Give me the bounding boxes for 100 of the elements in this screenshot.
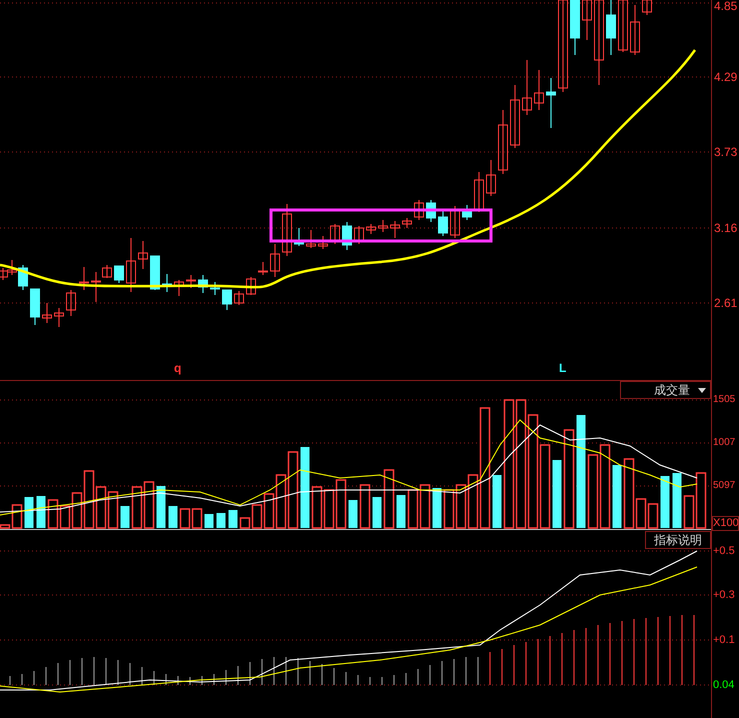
price-axis-label: 3.16 xyxy=(714,222,738,234)
candlestick xyxy=(534,70,544,110)
candlestick xyxy=(30,288,40,326)
candlestick xyxy=(210,282,220,296)
volume-bar xyxy=(648,503,658,529)
candlestick xyxy=(42,302,52,324)
volume-bar xyxy=(180,508,190,529)
indicator-axis-label: 0.04 xyxy=(713,680,734,691)
volume-bar xyxy=(384,469,394,529)
volume-bar xyxy=(108,491,118,529)
volume-bar xyxy=(192,508,202,529)
chart-marker: q xyxy=(174,362,182,374)
volume-axis-label: 1505 xyxy=(713,395,736,405)
candlestick xyxy=(150,256,160,290)
volume-bar xyxy=(612,465,622,528)
candlestick xyxy=(570,0,580,56)
candlestick xyxy=(402,218,412,228)
indicator-axis-label: +0.3 xyxy=(713,590,735,601)
candlestick xyxy=(474,172,484,212)
indicator-dropdown[interactable]: 成交量 xyxy=(620,381,711,399)
volume-bar xyxy=(456,484,466,529)
candlestick xyxy=(450,206,460,238)
candlestick xyxy=(138,240,148,270)
candlestick xyxy=(54,308,64,328)
volume-unit-label: X100 xyxy=(712,516,739,531)
candlestick xyxy=(438,210,448,236)
candlestick xyxy=(114,266,124,284)
volume-bar xyxy=(132,486,142,529)
chart-marker: L xyxy=(559,362,566,374)
candlestick xyxy=(630,4,640,56)
candlestick xyxy=(234,290,244,306)
volume-axis-label: 1007 xyxy=(713,438,736,448)
candlestick xyxy=(342,222,352,250)
volume-bar xyxy=(144,481,154,529)
volume-bar xyxy=(228,510,238,528)
candlestick xyxy=(246,276,256,296)
volume-bar xyxy=(348,500,358,528)
candlestick xyxy=(258,262,268,276)
volume-bar xyxy=(36,496,46,528)
candlestick xyxy=(162,274,172,292)
candlestick xyxy=(318,236,328,250)
candlestick xyxy=(222,290,232,310)
caret-icon xyxy=(698,388,706,392)
candlestick xyxy=(606,0,616,56)
volume-bar xyxy=(552,460,562,528)
volume-bar xyxy=(444,489,454,529)
price-axis-label: 4.85 xyxy=(714,0,738,12)
volume-bar xyxy=(96,486,106,529)
volume-bar xyxy=(120,506,130,528)
price-axis-label: 2.61 xyxy=(714,297,738,309)
candlestick xyxy=(546,78,556,128)
volume-bar xyxy=(432,488,442,528)
candlestick xyxy=(486,160,496,196)
price-axis-label: 3.73 xyxy=(714,146,738,158)
candlestick xyxy=(378,220,388,232)
candlestick xyxy=(186,274,196,288)
candlestick xyxy=(582,0,592,40)
volume-bar xyxy=(24,497,34,528)
volume-bar xyxy=(312,486,322,529)
volume-bar xyxy=(204,514,214,528)
indicator-help-button[interactable]: 指标说明 xyxy=(645,531,711,549)
price-axis-label: 4.29 xyxy=(714,71,738,83)
indicator-axis-label: +0.5 xyxy=(713,546,735,557)
candlestick xyxy=(294,228,304,246)
volume-bar xyxy=(396,495,406,528)
candlestick xyxy=(270,244,280,278)
volume-axis-label: 5097 xyxy=(713,481,736,491)
candlestick xyxy=(354,226,364,244)
volume-bar xyxy=(216,513,226,528)
candlestick xyxy=(306,230,316,248)
candlestick xyxy=(330,224,340,244)
candlestick xyxy=(522,60,532,116)
candlestick xyxy=(498,110,508,174)
volume-bar xyxy=(48,499,58,529)
volume-bar xyxy=(672,473,682,528)
candlestick xyxy=(462,204,472,220)
candlestick xyxy=(510,84,520,148)
volume-bar xyxy=(360,484,370,529)
volume-bar xyxy=(168,506,178,528)
candlestick xyxy=(390,220,400,238)
candlestick xyxy=(642,0,652,16)
volume-bar xyxy=(372,497,382,528)
candlestick xyxy=(414,200,424,220)
candlestick xyxy=(366,224,376,234)
candlestick xyxy=(79,266,89,290)
volume-bar xyxy=(324,489,334,529)
candlestick xyxy=(426,200,436,222)
volume-bar xyxy=(408,489,418,529)
candlestick xyxy=(618,0,628,52)
candlestick xyxy=(198,274,208,294)
candlestick xyxy=(126,238,136,292)
volume-bar xyxy=(420,484,430,529)
volume-bar xyxy=(336,479,346,529)
indicator-axis-label: +0.1 xyxy=(713,635,735,646)
candlestick xyxy=(174,280,184,296)
volume-bar xyxy=(492,475,502,528)
volume-bar xyxy=(660,476,670,528)
candlestick xyxy=(282,204,292,256)
volume-bar xyxy=(156,486,166,528)
candlestick xyxy=(66,290,76,316)
